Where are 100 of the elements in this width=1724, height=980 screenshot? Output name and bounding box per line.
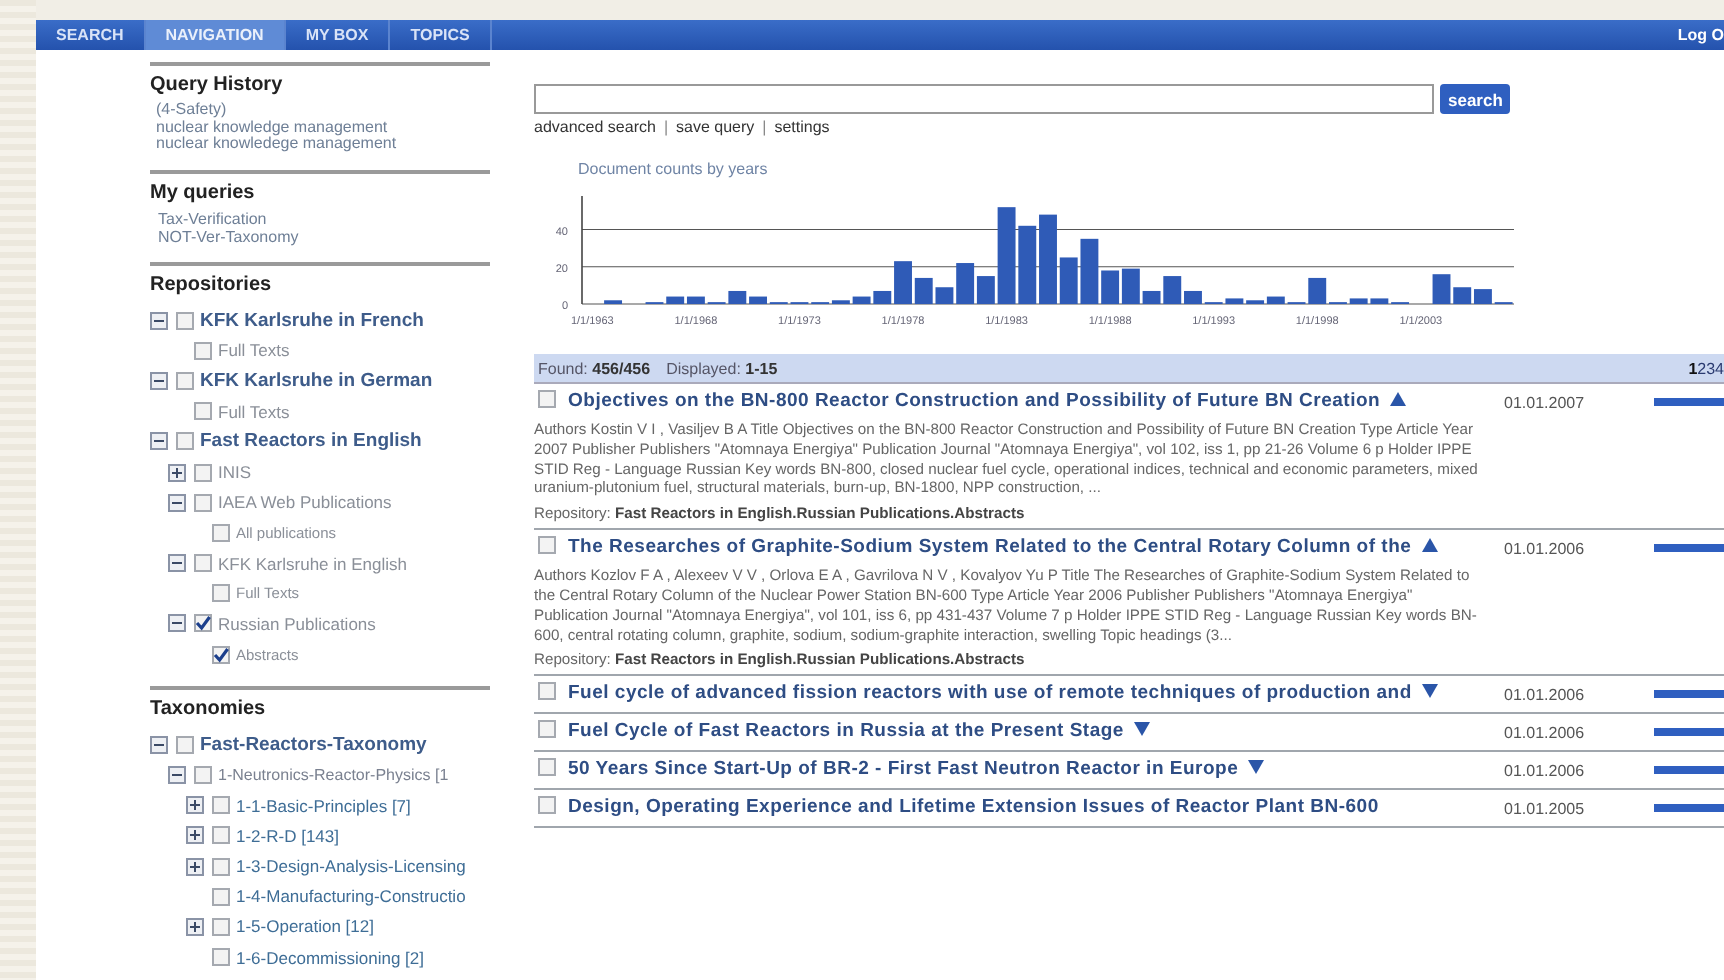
collapse-icon[interactable] [168, 766, 186, 785]
checkbox[interactable] [538, 682, 556, 701]
tree-item[interactable]: Fast-Reactors-Taxonomy [200, 733, 427, 756]
collapse-icon[interactable] [150, 311, 168, 330]
collapse-icon[interactable] [168, 493, 186, 512]
checkbox[interactable] [538, 536, 556, 555]
logout-link[interactable]: Log O [1677, 26, 1724, 44]
expand-arrow-icon[interactable] [1421, 684, 1438, 699]
nav-tab[interactable]: MY BOX [285, 20, 391, 50]
section-title: Repositories [150, 273, 274, 295]
saved-query-link[interactable]: Tax-Verification [150, 209, 490, 227]
result-title-link[interactable]: Fuel Cycle of Fast Reactors in Russia at the Present Stage [568, 720, 1124, 743]
checkbox[interactable] [538, 720, 556, 739]
result-title-link[interactable]: The Researches of Graphite-Sodium System Related to the Central Rotary Column of the [568, 536, 1412, 559]
checkbox[interactable] [176, 735, 194, 754]
section-title: Taxonomies [150, 697, 268, 720]
query-link[interactable]: nuclear knowledge management [150, 119, 490, 136]
result-title-link[interactable]: Objectives on the BN-800 Reactor Construction and Possibility of Future BN Creation [568, 390, 1381, 412]
checkbox[interactable] [194, 493, 212, 512]
option-link[interactable]: save query [676, 118, 755, 136]
saved-query-link[interactable]: NOT-Ver-Taxonomy [150, 227, 490, 245]
collapse-icon[interactable] [168, 554, 186, 573]
result-title-link[interactable]: Fuel cycle of advanced fission reactors with use of remote techniques of production and [568, 682, 1412, 705]
collapse-arrow-icon[interactable] [1390, 392, 1407, 406]
y-axis [581, 195, 583, 305]
relevance-bar [1654, 544, 1724, 553]
checkbox[interactable] [194, 766, 212, 785]
checkbox[interactable] [212, 857, 230, 876]
option-link[interactable]: advanced search [534, 118, 656, 136]
expand-icon[interactable] [186, 826, 204, 845]
tree-item[interactable]: KFK Karlsruhe in English [218, 553, 407, 574]
checkbox[interactable] [538, 796, 556, 815]
tree-item[interactable]: 1-5-Operation [12] [236, 916, 374, 937]
query-link[interactable]: nuclear knowledege management [150, 136, 490, 153]
chart-title: Document counts by years [578, 160, 770, 178]
tree-item[interactable]: 1-4-Manufacturing-Constructio [236, 886, 466, 907]
checkbox[interactable] [176, 432, 194, 451]
checkbox[interactable] [212, 887, 230, 906]
tree-item[interactable]: KFK Karlsruhe in French [200, 309, 424, 332]
checkbox[interactable] [176, 311, 194, 330]
checkbox[interactable] [212, 645, 230, 664]
tree-item[interactable]: INIS [218, 462, 252, 483]
bar [1018, 225, 1037, 304]
checkbox[interactable] [538, 758, 556, 777]
checkbox[interactable] [212, 948, 230, 967]
result-title-link[interactable]: Design, Operating Experience and Lifetime Extension Issues of Reactor Plant BN-600 [568, 796, 1379, 819]
expand-icon[interactable] [186, 857, 204, 876]
collapse-icon[interactable] [168, 614, 186, 633]
checkbox[interactable] [194, 614, 212, 633]
collapse-icon[interactable] [150, 432, 168, 451]
relevance-bar [1654, 804, 1724, 813]
relevance-bar [1654, 398, 1724, 406]
tree-item[interactable]: Fast Reactors in English [200, 430, 422, 453]
page-link[interactable]: 2 [1697, 359, 1707, 377]
expand-icon[interactable] [186, 796, 204, 815]
checkbox[interactable] [212, 584, 230, 603]
displayed-range: Displayed: 1-15 [666, 359, 778, 377]
section-title: My queries [150, 181, 257, 203]
checkbox[interactable] [194, 463, 212, 482]
tree-item[interactable]: 1-1-Basic-Principles [7] [236, 795, 411, 816]
collapse-arrow-icon[interactable] [1421, 538, 1438, 553]
link-separator: | [663, 118, 669, 136]
checkbox[interactable] [212, 796, 230, 815]
checkbox[interactable] [212, 826, 230, 845]
result-date: 01.01.2006 [1504, 722, 1587, 743]
search-button[interactable]: search [1440, 84, 1511, 114]
result-date: 01.01.2005 [1504, 798, 1587, 819]
checkbox[interactable] [194, 554, 212, 573]
page-link[interactable]: 4 [1715, 359, 1724, 377]
search-field[interactable] [534, 84, 1434, 114]
collapse-icon[interactable] [150, 371, 168, 390]
option-link[interactable]: settings [774, 118, 830, 136]
tree-item[interactable]: KFK Karlsruhe in German [200, 369, 433, 392]
tree-item[interactable]: 1-Neutronics-Reactor-Physics [1 [218, 766, 449, 785]
tree-item[interactable]: Russian Publications [218, 613, 376, 634]
expand-icon[interactable] [168, 463, 186, 482]
nav-tab[interactable]: NAVIGATION [145, 20, 286, 50]
checkbox[interactable] [176, 371, 194, 390]
result-date: 01.01.2006 [1504, 538, 1587, 559]
expand-arrow-icon[interactable] [1133, 722, 1150, 737]
checkbox[interactable] [212, 523, 230, 542]
checkbox[interactable] [212, 917, 230, 936]
tree-item[interactable]: 1-3-Design-Analysis-Licensing [236, 856, 466, 877]
tree-item[interactable]: 1-6-Decommissioning [2] [236, 947, 425, 968]
page-link[interactable]: 1 [1688, 359, 1698, 377]
result-title-link[interactable]: 50 Years Since Start-Up of BR-2 - First Fast Neutron Reactor in Europe [568, 758, 1239, 781]
expand-arrow-icon[interactable] [1248, 760, 1265, 775]
checkbox[interactable] [194, 402, 212, 421]
nav-tab[interactable]: TOPICS [390, 20, 492, 50]
result-date: 01.01.2006 [1504, 760, 1587, 781]
collapse-icon[interactable] [150, 735, 168, 754]
checkbox[interactable] [538, 390, 556, 408]
tree-item[interactable]: 1-2-R-D [143] [236, 825, 339, 846]
tree-item[interactable]: IAEA Web Publications [218, 492, 392, 513]
checkbox[interactable] [194, 341, 212, 360]
tree-item[interactable]: Full Texts [218, 401, 290, 422]
page-link[interactable]: 3 [1706, 359, 1716, 377]
expand-icon[interactable] [186, 917, 204, 936]
query-link[interactable]: (4-Safety) [150, 102, 490, 119]
tree-item[interactable]: Full Texts [218, 340, 290, 361]
